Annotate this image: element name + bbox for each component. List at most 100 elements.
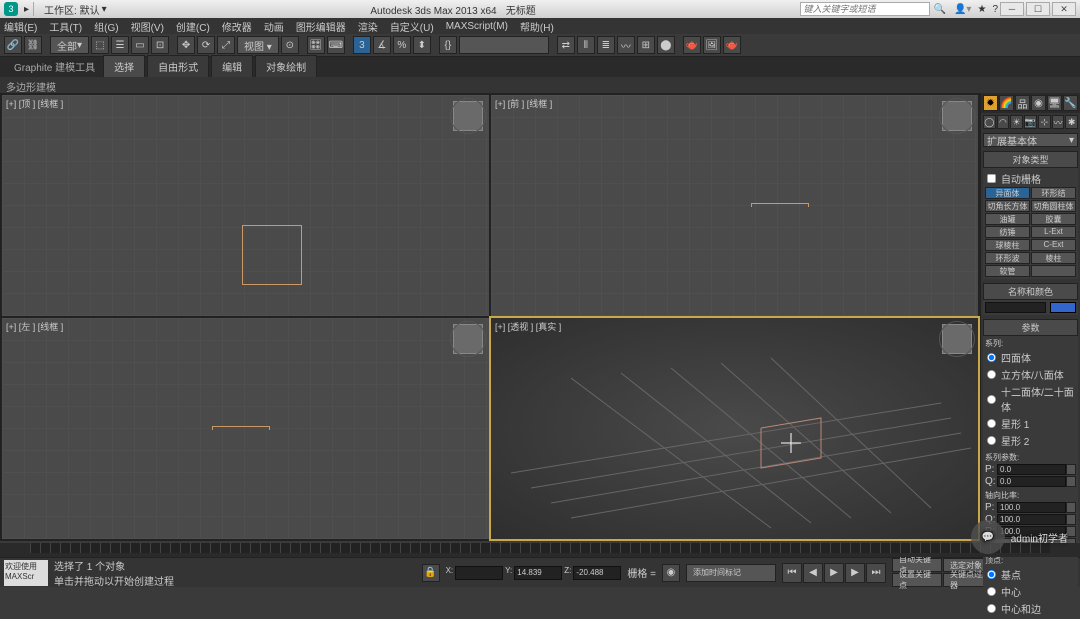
cameras-icon[interactable]: 📷	[1024, 115, 1037, 129]
vertex-centeredge[interactable]	[987, 604, 996, 613]
refcoord-dropdown[interactable]: 视图 ▾	[237, 36, 279, 54]
obj-lext[interactable]: L-Ext	[1031, 226, 1076, 238]
spinner-arrows-icon[interactable]	[1066, 476, 1076, 487]
prev-frame-icon[interactable]: ◀	[803, 563, 823, 583]
x-coord-input[interactable]	[455, 566, 503, 580]
obj-chamfercyl[interactable]: 切角圆柱体	[1031, 200, 1076, 212]
menu-edit[interactable]: 编辑(E)	[4, 19, 37, 34]
rotate-icon[interactable]: ⟳	[197, 36, 215, 54]
viewcube-icon[interactable]	[453, 101, 483, 131]
obj-capsule[interactable]: 胶囊	[1031, 213, 1076, 225]
viewport-top[interactable]: [+] [顶 ] [线框 ]	[2, 95, 489, 316]
viewport-label[interactable]: [+] [左 ] [线框 ]	[6, 320, 63, 333]
systems-icon[interactable]: ✱	[1065, 115, 1078, 129]
menu-group[interactable]: 组(G)	[94, 19, 118, 34]
layers-icon[interactable]: ≣	[597, 36, 615, 54]
select-rect-icon[interactable]: ▭	[131, 36, 149, 54]
viewport-left[interactable]: [+] [左 ] [线框 ]	[2, 318, 489, 539]
viewcube-icon[interactable]	[453, 324, 483, 354]
close-button[interactable]: ✕	[1052, 2, 1076, 16]
object-name-input[interactable]	[985, 302, 1046, 313]
family-cube[interactable]	[987, 370, 996, 379]
family-star2[interactable]	[987, 436, 996, 445]
named-selset-icon[interactable]: {}	[439, 36, 457, 54]
pivot-icon[interactable]: ⊙	[281, 36, 299, 54]
select-name-icon[interactable]: ☰	[111, 36, 129, 54]
vertex-base[interactable]	[987, 570, 996, 579]
create-panel-tab[interactable]: ✹	[983, 95, 998, 111]
hierarchy-panel-tab[interactable]: 品	[1015, 95, 1030, 111]
maxscript-listener[interactable]: 欢迎使用 MAXScr	[4, 560, 48, 586]
render-frame-icon[interactable]: 🖼	[703, 36, 721, 54]
percent-snap-icon[interactable]: %	[393, 36, 411, 54]
render-prod-icon[interactable]: 🫖	[723, 36, 741, 54]
rollout-params[interactable]: 参数	[983, 319, 1078, 336]
obj-torusknot[interactable]: 环形结	[1031, 187, 1076, 199]
helpers-icon[interactable]: ⊹	[1038, 115, 1051, 129]
display-panel-tab[interactable]: 🖥	[1047, 95, 1062, 111]
family-tetra[interactable]	[987, 353, 996, 362]
vertex-center[interactable]	[987, 587, 996, 596]
modify-panel-tab[interactable]: 🌈	[999, 95, 1014, 111]
maximize-button[interactable]: ☐	[1026, 2, 1050, 16]
spinner-arrows-icon[interactable]	[1066, 502, 1076, 513]
category-dropdown[interactable]: 扩展基本体▾	[983, 133, 1078, 147]
rollout-objecttype[interactable]: 对象类型	[983, 151, 1078, 168]
menu-modifiers[interactable]: 修改器	[222, 19, 252, 34]
menu-grapheditors[interactable]: 图形编辑器	[296, 19, 346, 34]
viewcube-icon[interactable]	[942, 101, 972, 131]
utilities-panel-tab[interactable]: 🔧	[1063, 95, 1078, 111]
obj-ringwave[interactable]: 环形波	[985, 252, 1030, 264]
tab-objectpaint[interactable]: 对象绘制	[255, 55, 317, 77]
q-spinner[interactable]: 0.0	[997, 476, 1066, 487]
snap-toggle-icon[interactable]: 3	[353, 36, 371, 54]
workspace-dropdown[interactable]: 工作区: 默认	[44, 2, 100, 17]
timetag-dropdown[interactable]: 添加时间标记	[686, 564, 776, 582]
select-icon[interactable]: ⬚	[91, 36, 109, 54]
keyboard-shortcut-icon[interactable]: ⌨	[327, 36, 345, 54]
shapes-icon[interactable]: ◠	[997, 115, 1010, 129]
family-dodeca[interactable]	[987, 394, 996, 403]
obj-hedra[interactable]: 异面体	[985, 187, 1030, 199]
curve-editor-icon[interactable]: 〰	[617, 36, 635, 54]
isolate-icon[interactable]: ◉	[662, 564, 680, 582]
autogrid-checkbox[interactable]	[987, 174, 996, 183]
move-icon[interactable]: ✥	[177, 36, 195, 54]
lock-selection-icon[interactable]: 🔒	[422, 564, 440, 582]
window-crossing-icon[interactable]: ⊡	[151, 36, 169, 54]
spacewarps-icon[interactable]: 〰	[1052, 115, 1065, 129]
setkey-button[interactable]: 设置关键点	[892, 573, 942, 587]
fav-icon[interactable]: ★	[977, 4, 986, 15]
spinner-arrows-icon[interactable]	[1066, 464, 1076, 475]
tab-edit[interactable]: 编辑	[211, 55, 253, 77]
scale-icon[interactable]: ⤢	[217, 36, 235, 54]
menu-create[interactable]: 创建(C)	[176, 19, 210, 34]
named-set-dropdown[interactable]	[459, 36, 549, 54]
p-spinner[interactable]: 0.0	[997, 464, 1066, 475]
obj-oiltank[interactable]: 油罐	[985, 213, 1030, 225]
obj-spindle[interactable]: 纺锤	[985, 226, 1030, 238]
minimize-button[interactable]: ─	[1000, 2, 1024, 16]
menu-view[interactable]: 视图(V)	[131, 19, 164, 34]
y-coord-input[interactable]	[514, 566, 562, 580]
obj-cext[interactable]: C-Ext	[1031, 239, 1076, 251]
select-manipulate-icon[interactable]: 🎛	[307, 36, 325, 54]
obj-hose[interactable]: 软管	[985, 265, 1030, 277]
qat-arrow-icon[interactable]: ▸	[24, 4, 29, 15]
object-color-swatch[interactable]	[1050, 302, 1076, 313]
pr-spinner[interactable]: 100.0	[997, 502, 1066, 513]
schematic-icon[interactable]: ⊞	[637, 36, 655, 54]
z-coord-input[interactable]	[573, 566, 621, 580]
viewport-front[interactable]: [+] [前 ] [线框 ]	[491, 95, 978, 316]
tab-freeform[interactable]: 自由形式	[147, 55, 209, 77]
goto-end-icon[interactable]: ⏭	[866, 563, 886, 583]
unlink-icon[interactable]: ⛓	[24, 36, 42, 54]
spinner-snap-icon[interactable]: ⬍	[413, 36, 431, 54]
material-editor-icon[interactable]: ⬤	[657, 36, 675, 54]
obj-gengon[interactable]: 球棱柱	[985, 239, 1030, 251]
geometry-icon[interactable]: ◯	[983, 115, 996, 129]
menu-animation[interactable]: 动画	[264, 19, 284, 34]
angle-snap-icon[interactable]: ∡	[373, 36, 391, 54]
render-setup-icon[interactable]: 🫖	[683, 36, 701, 54]
time-slider[interactable]: 0 / 100	[0, 543, 1080, 557]
